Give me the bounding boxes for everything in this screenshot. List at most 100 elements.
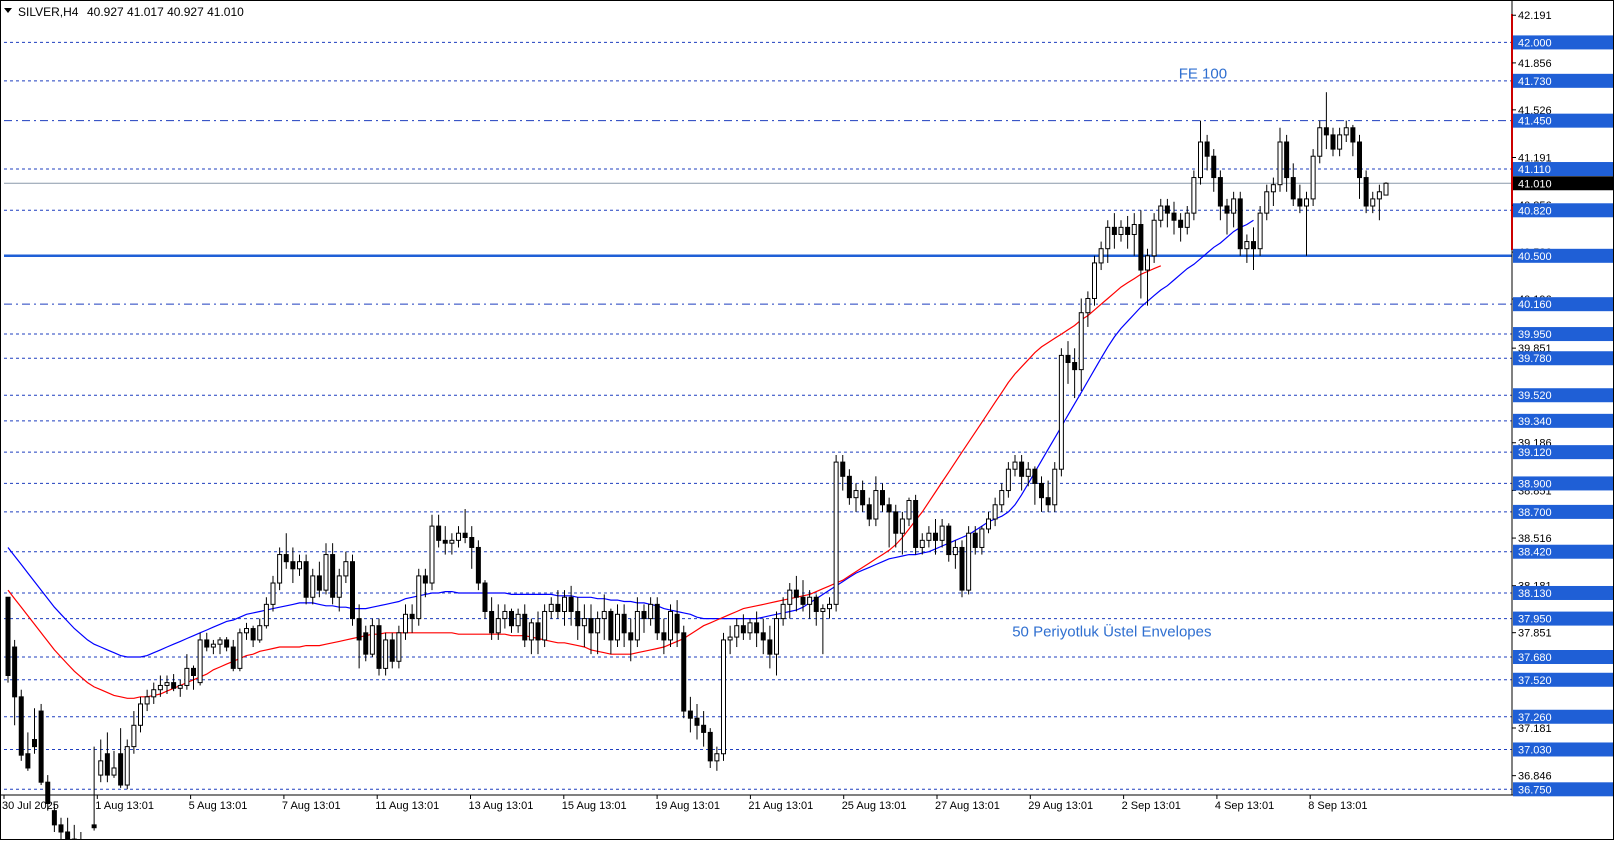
- level-price-label: 37.520: [1518, 675, 1552, 687]
- x-tick-label: 4 Sep 13:01: [1215, 800, 1274, 812]
- candle-bullish: [1376, 191, 1382, 200]
- candle-bearish: [933, 532, 938, 541]
- candle-bearish: [641, 610, 647, 620]
- x-tick-label: 27 Aug 13:01: [935, 800, 1000, 812]
- level-price-label: 38.130: [1518, 588, 1552, 600]
- candle-bearish: [5, 596, 11, 676]
- candle-bearish: [1164, 205, 1170, 214]
- candle-bearish: [118, 753, 124, 786]
- candle-bullish: [164, 682, 170, 686]
- chart-annotation: 50 Periyotluk Üstel Envelopes: [1012, 622, 1211, 640]
- candle-bearish: [913, 500, 919, 548]
- candle-bullish: [244, 628, 249, 634]
- candle-bullish: [1025, 468, 1031, 477]
- candle-bearish: [191, 667, 196, 676]
- time-axis: 30 Jul 2025 1 Aug 13:01 5 Aug 13:01 7 Aug 1…: [2, 795, 1368, 812]
- chart-frame: [0, 0, 1614, 840]
- candle-bullish: [939, 525, 945, 541]
- level-price-label: 37.030: [1518, 744, 1552, 756]
- candle-bearish: [1363, 177, 1369, 207]
- candle-bearish: [204, 639, 210, 648]
- level-price-label: 39.950: [1518, 329, 1552, 341]
- candle-bearish: [1357, 141, 1362, 179]
- candle-bullish: [833, 461, 839, 605]
- ohlc-values: 40.927 41.017 40.927 41.010: [87, 5, 244, 19]
- candle-bearish: [1111, 226, 1117, 235]
- candle-bearish: [376, 625, 382, 669]
- candle-bullish: [1005, 468, 1011, 492]
- candle-bearish: [1125, 226, 1131, 235]
- x-tick-label: 7 Aug 13:01: [282, 800, 341, 812]
- candle-bearish: [1019, 461, 1025, 477]
- candle-bullish: [210, 643, 216, 648]
- x-tick-label: 2 Sep 13:01: [1122, 800, 1181, 812]
- candle-bearish: [469, 536, 475, 548]
- candle-bullish: [774, 618, 779, 655]
- y-tick-label: 37.851: [1518, 628, 1552, 640]
- candle-bullish: [403, 613, 408, 634]
- candle-bullish: [1145, 255, 1150, 271]
- level-price-label: 42.000: [1518, 37, 1552, 49]
- candle-bullish: [144, 696, 150, 705]
- candle-bullish: [562, 596, 567, 612]
- level-price-label: 37.260: [1518, 712, 1552, 724]
- candle-bullish: [1012, 461, 1018, 470]
- candle-bearish: [1224, 205, 1230, 214]
- candle-bearish: [1217, 177, 1223, 207]
- candle-bearish: [674, 613, 680, 634]
- candle-bullish: [1270, 184, 1276, 193]
- candle-bearish: [740, 625, 746, 634]
- candle-bullish: [734, 625, 740, 638]
- candle-bearish: [462, 532, 468, 538]
- candle-bullish: [992, 504, 998, 520]
- candle-bullish: [1264, 191, 1270, 214]
- price-chart[interactable]: FE 100 50 Periyotluk Üstel Envelopes 42.1…: [0, 0, 1614, 845]
- triangle-down-icon[interactable]: [4, 8, 12, 13]
- candle-bearish: [1290, 177, 1296, 200]
- candle-bearish: [1032, 468, 1038, 484]
- candle-bearish: [760, 632, 766, 641]
- x-tick-label: 15 Aug 13:01: [562, 800, 627, 812]
- y-tick-label: 38.516: [1518, 533, 1552, 545]
- candle-bearish: [1039, 482, 1044, 499]
- candle-bearish: [104, 753, 110, 776]
- level-price-label: 41.450: [1518, 116, 1552, 128]
- candle-bullish: [1092, 262, 1097, 299]
- candle-bullish: [807, 596, 813, 605]
- candle-bullish: [528, 622, 534, 641]
- candle-bearish: [25, 753, 31, 769]
- current-price-label: 41.010: [1518, 178, 1552, 190]
- price-axis: 42.19141.85641.52641.19140.85640.52640.1…: [0, 0, 1614, 840]
- candle-bearish: [793, 589, 799, 598]
- level-price-label: 38.900: [1518, 478, 1552, 490]
- candle-bearish: [654, 603, 660, 634]
- candle-bearish: [489, 610, 495, 634]
- level-price-label: 40.160: [1518, 299, 1552, 311]
- level-price-label: 36.750: [1518, 784, 1552, 796]
- x-tick-label: 21 Aug 13:01: [748, 800, 813, 812]
- candle-bearish: [51, 810, 57, 826]
- candle-bearish: [171, 682, 177, 689]
- candle-bearish: [350, 561, 355, 620]
- candle-bearish: [389, 639, 395, 662]
- candle-bullish: [184, 667, 190, 686]
- x-tick-label: 1 Aug 13:01: [95, 800, 154, 812]
- level-price-label: 39.120: [1518, 447, 1552, 459]
- candle-bearish: [893, 511, 899, 534]
- level-price-label: 37.950: [1518, 614, 1552, 626]
- candle-bullish: [1257, 212, 1263, 250]
- x-tick-label: 29 Aug 13:01: [1028, 800, 1093, 812]
- candle-bullish: [177, 684, 183, 689]
- x-tick-label: 19 Aug 13:01: [655, 800, 720, 812]
- candle-bullish: [999, 490, 1005, 506]
- candle-bullish: [873, 490, 879, 520]
- candle-bullish: [1343, 127, 1349, 136]
- candle-bearish: [356, 618, 362, 641]
- candles-layer: [5, 92, 1389, 845]
- candle-bullish: [151, 689, 157, 698]
- candle-bullish: [383, 639, 389, 669]
- y-tick-label: 36.846: [1518, 771, 1552, 783]
- candle-bearish: [535, 622, 541, 641]
- candle-bullish: [820, 608, 826, 612]
- candle-bullish: [396, 632, 402, 662]
